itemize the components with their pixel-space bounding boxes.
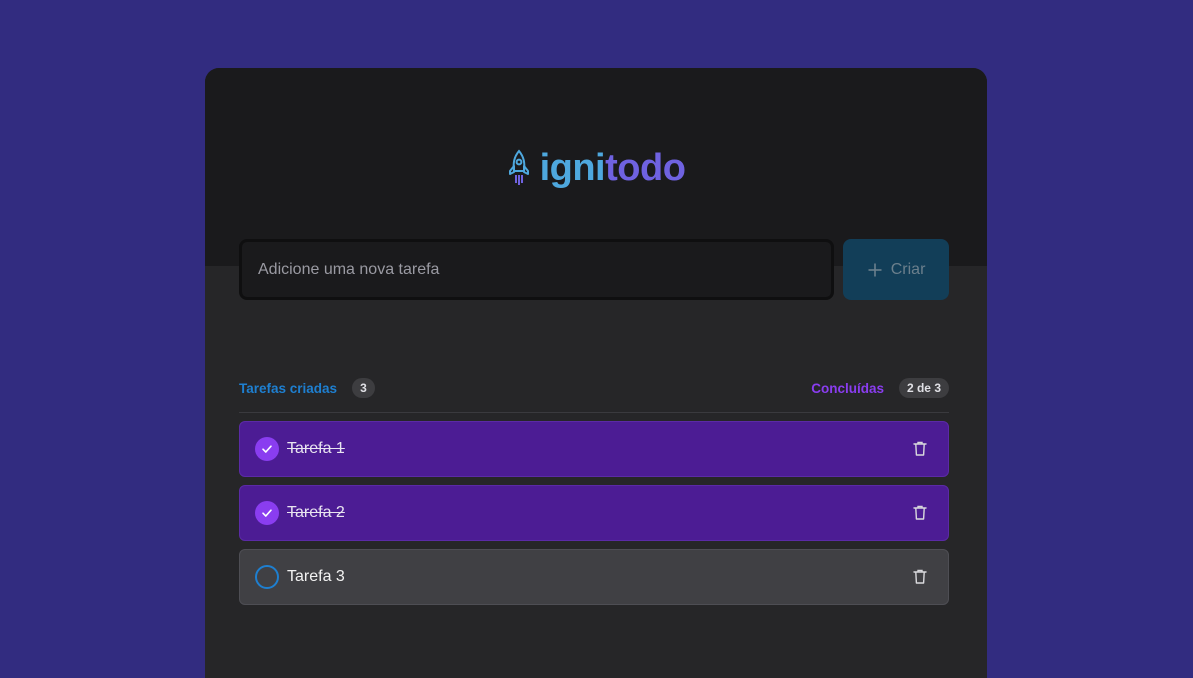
task-row[interactable]: Tarefa 1 [239,421,949,477]
created-counter: Tarefas criadas 3 [239,378,375,398]
create-button[interactable]: Criar [843,239,949,300]
trash-icon[interactable] [908,565,932,589]
created-label: Tarefas criadas [239,380,338,396]
new-task-form: Criar [239,239,949,300]
logo-text-igni: igni [539,147,606,189]
task-list: Tarefa 1 Tarefa 2 Tarefa 3 [239,421,949,605]
task-counters: Tarefas criadas 3 Concluídas 2 de 3 [239,377,949,399]
logo-text: ignitodo [540,148,686,188]
divider [239,412,949,413]
plus-icon [867,262,883,278]
logo: ignitodo [205,148,987,188]
task-title: Tarefa 2 [287,504,345,521]
task-checkbox[interactable] [255,501,279,525]
create-button-label: Criar [890,260,926,278]
new-task-input[interactable] [239,239,835,300]
done-label: Concluídas [811,380,884,396]
task-checkbox[interactable] [255,437,279,461]
task-title: Tarefa 1 [287,440,345,457]
trash-icon[interactable] [908,437,932,461]
trash-icon[interactable] [908,501,932,525]
done-counter: Concluídas 2 de 3 [811,378,949,398]
task-row[interactable]: Tarefa 3 [239,549,949,605]
done-count-badge: 2 de 3 [898,378,949,398]
task-checkbox[interactable] [255,565,279,589]
app-card: ignitodo Criar Tarefas criadas 3 Concluí… [205,68,987,678]
logo-text-todo: todo [605,147,686,189]
task-title: Tarefa 3 [287,568,345,585]
task-row[interactable]: Tarefa 2 [239,485,949,541]
rocket-icon [507,149,531,187]
created-count-badge: 3 [352,378,375,398]
check-icon [262,509,272,517]
check-icon [262,445,272,453]
